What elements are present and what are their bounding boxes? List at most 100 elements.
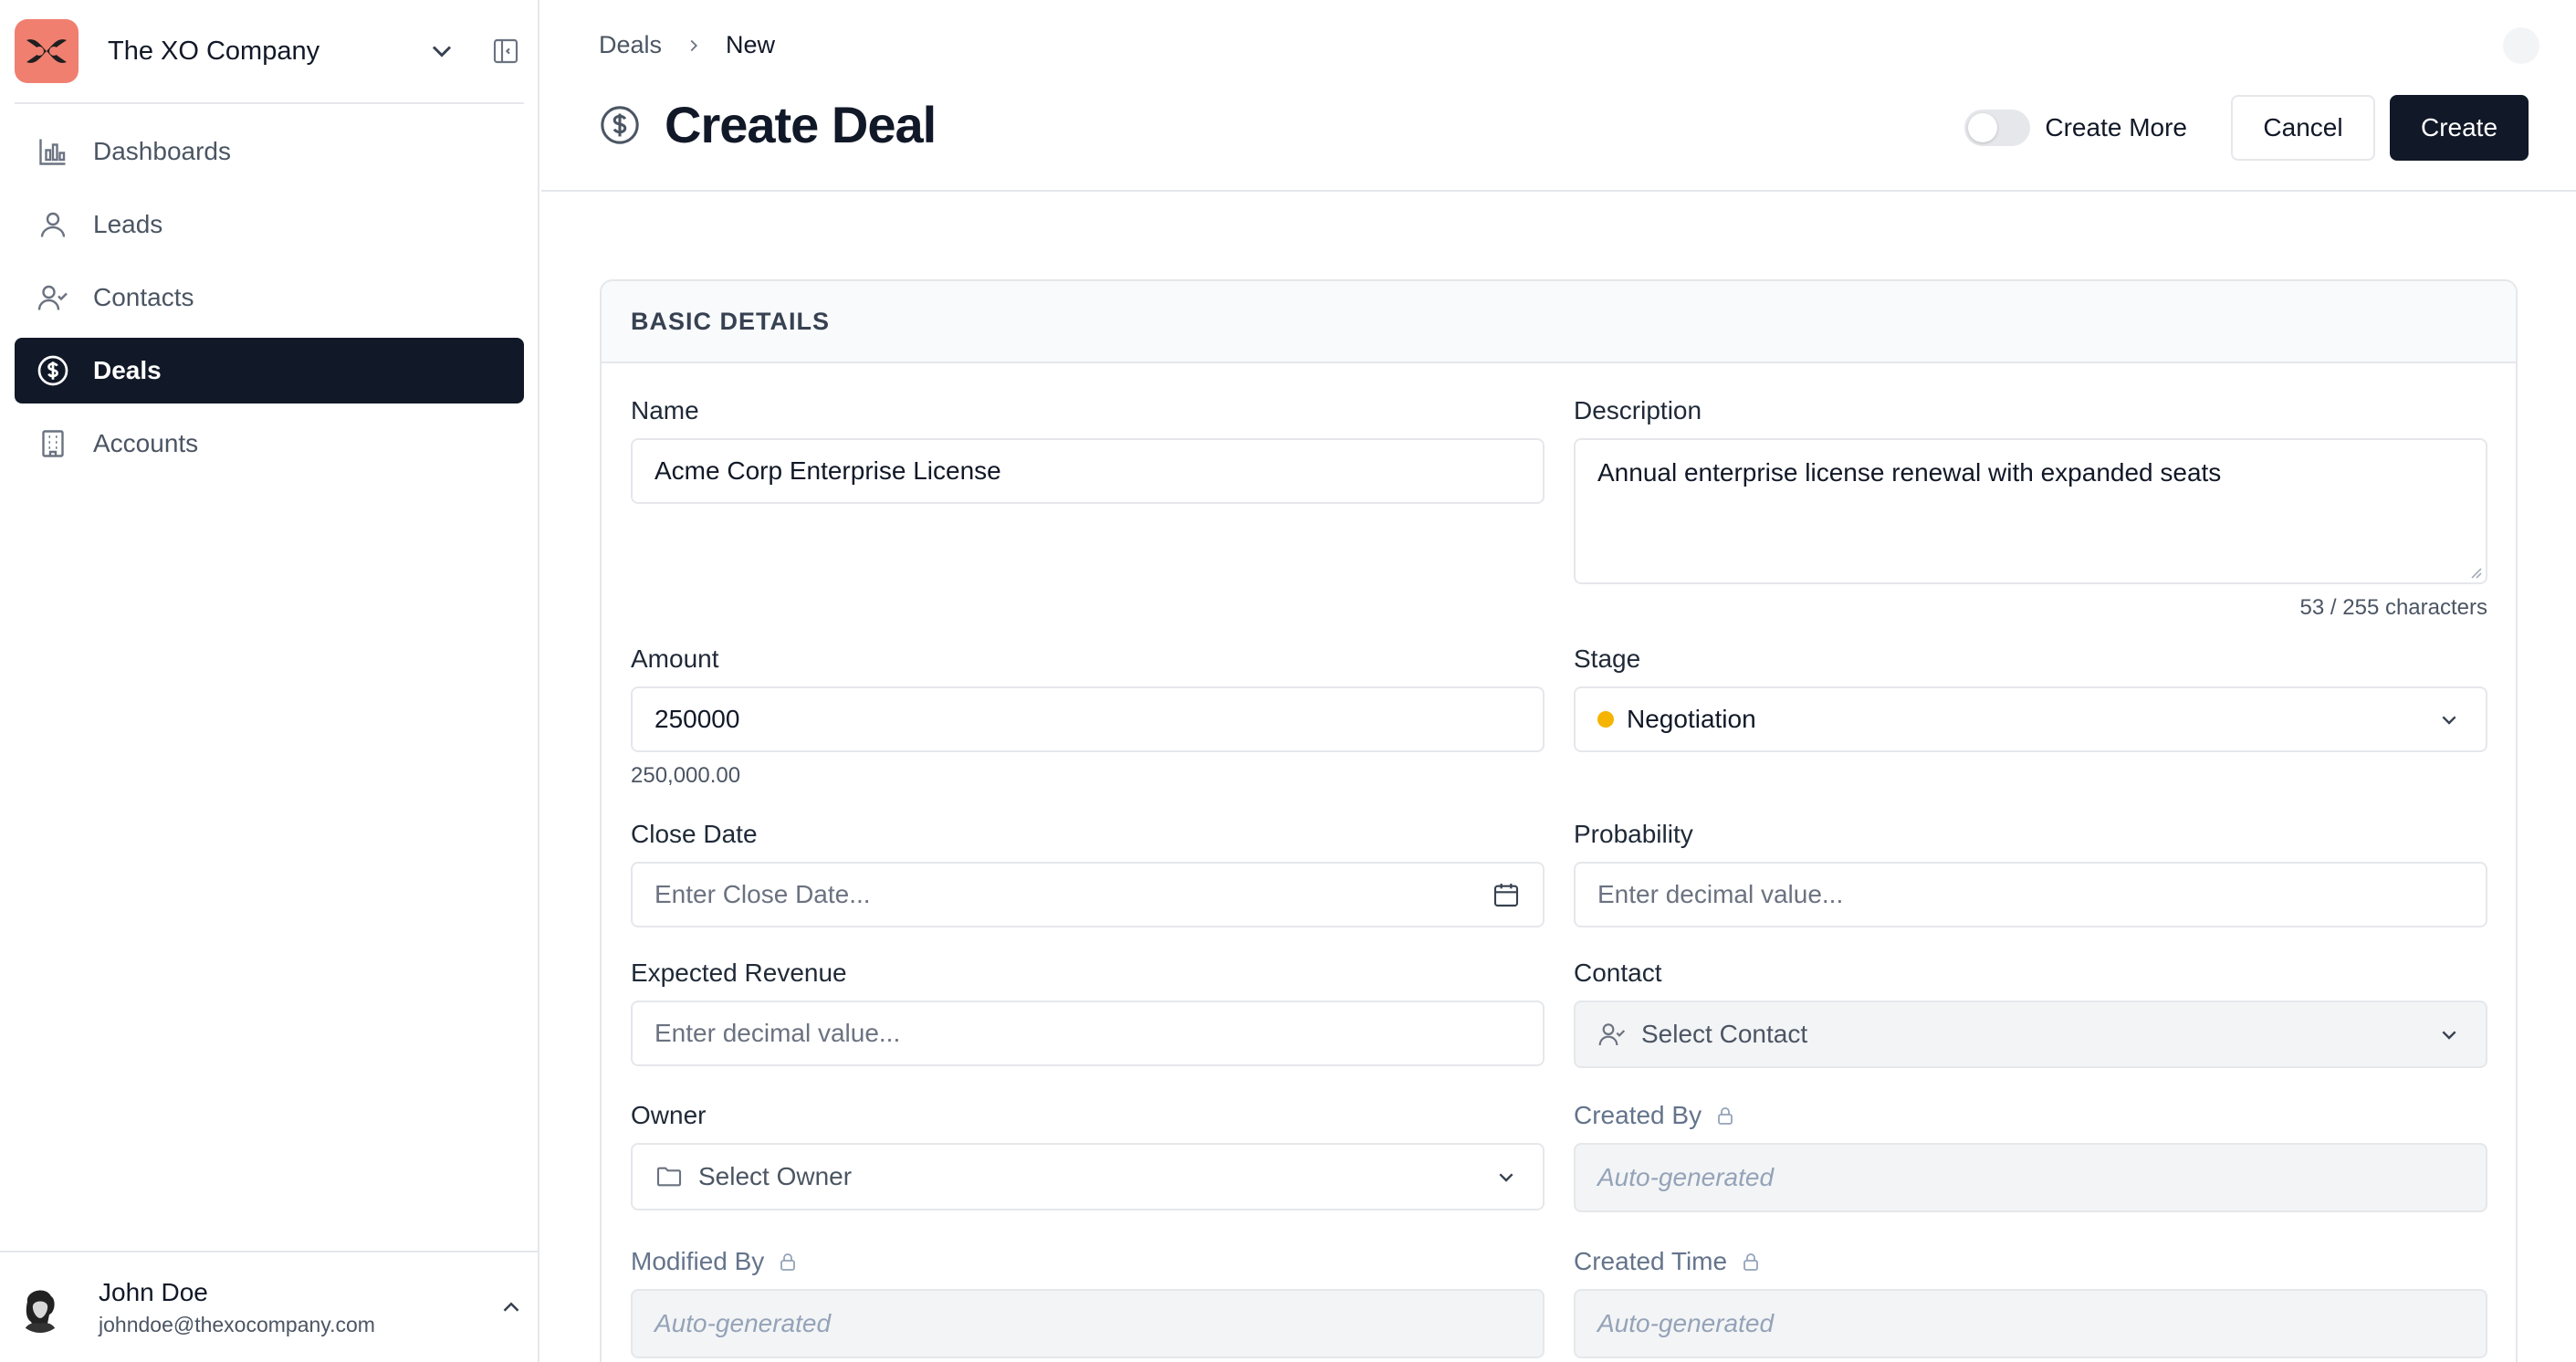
contact-placeholder: Select Contact [1641,1020,1808,1048]
sidebar-nav: Dashboards Leads Contacts Deals Accounts [15,119,524,484]
description-textarea[interactable]: Annual enterprise license renewal with e… [1574,438,2487,584]
created-by-label-text: Created By [1574,1101,1702,1129]
created-by-field: Created By Auto-generated [1574,1101,2487,1212]
cancel-button[interactable]: Cancel [2231,95,2375,161]
created-time-label: Created Time [1574,1247,2487,1276]
chevron-up-icon[interactable] [497,1294,525,1321]
card-header: BASIC DETAILS [602,281,2516,363]
amount-value: 250000 [654,705,740,733]
breadcrumb-current: New [726,31,776,58]
lock-icon [1718,1107,1733,1125]
header-actions: Create More Cancel Create [1964,95,2529,161]
avatar [15,1282,66,1333]
close-date-placeholder: Enter Close Date... [654,880,871,908]
owner-select[interactable]: Select Owner [631,1143,1545,1210]
owner-label: Owner [631,1101,707,1129]
modified-by-placeholder: Auto-generated [654,1309,832,1337]
stage-field: Stage Negotiation [1574,644,2487,752]
sidebar: The XO Company Dashboards Leads Contacts… [0,0,539,1362]
user-name: John Doe [99,1277,208,1306]
description-field: Description Annual enterprise license re… [1574,396,2487,621]
stage-value: Negotiation [1627,705,1756,733]
description-label: Description [1574,396,1702,424]
chevron-down-icon [2442,716,2456,725]
sidebar-item-label: Accounts [93,429,199,457]
probability-input[interactable]: Enter decimal value... [1574,862,2487,927]
close-date-label: Close Date [631,820,758,848]
sidebar-item-label: Deals [93,356,162,384]
page-header: Deals New Create Deal Create More Cancel… [541,0,2576,192]
chevron-right-icon [690,39,698,51]
breadcrumb: Deals New [599,31,775,59]
header-corner-button[interactable] [2503,27,2539,64]
created-time-field: Created Time Auto-generated [1574,1247,2487,1358]
company-logo [15,19,79,83]
created-by-label: Created By [1574,1101,2487,1130]
basic-details-card: BASIC DETAILS Name Acme Corp Enterprise … [600,279,2518,1362]
sidebar-item-label: Contacts [93,283,194,311]
sidebar-item-leads[interactable]: Leads [15,192,524,257]
stage-status-dot [1597,711,1614,728]
stage-label: Stage [1574,644,1641,673]
amount-formatted: 250,000.00 [631,763,741,788]
probability-placeholder: Enter decimal value... [1597,880,1844,908]
user-menu[interactable]: John Doe johndoe@thexocompany.com [0,1251,539,1362]
sidebar-item-dashboards[interactable]: Dashboards [15,119,524,184]
sidebar-item-accounts[interactable]: Accounts [15,411,524,477]
create-button[interactable]: Create [2390,95,2529,161]
company-switcher[interactable]: The XO Company [15,15,524,88]
dollar-circle-icon [601,105,639,144]
chevron-down-icon [2442,1031,2456,1040]
page-title: Create Deal [665,96,937,153]
created-time-input: Auto-generated [1574,1289,2487,1358]
created-time-label-text: Created Time [1574,1247,1728,1275]
chevron-down-icon [1499,1173,1513,1182]
building-icon [42,430,64,457]
expected-revenue-placeholder: Enter decimal value... [654,1019,901,1047]
name-value: Acme Corp Enterprise License [654,456,1001,485]
stage-select[interactable]: Negotiation [1574,686,2487,752]
company-name: The XO Company [108,36,320,66]
expected-revenue-input[interactable]: Enter decimal value... [631,1001,1545,1066]
expected-revenue-field: Expected Revenue Enter decimal value... [631,959,1545,1066]
created-time-placeholder: Auto-generated [1597,1309,1775,1337]
section-title: BASIC DETAILS [631,307,831,335]
created-by-input: Auto-generated [1574,1143,2487,1212]
user-email: johndoe@thexocompany.com [99,1312,375,1336]
chevron-down-icon[interactable] [425,35,458,68]
modified-by-label-text: Modified By [631,1247,765,1275]
user-check-icon [1598,1023,1626,1046]
owner-placeholder: Select Owner [698,1162,853,1190]
toggle-knob [1968,113,1998,142]
sidebar-item-contacts[interactable]: Contacts [15,265,524,330]
calendar-icon[interactable] [1492,880,1521,909]
user-check-icon [37,285,68,310]
name-input[interactable]: Acme Corp Enterprise License [631,438,1545,504]
sidebar-divider [15,102,524,104]
lock-icon [780,1253,796,1271]
modified-by-input: Auto-generated [631,1289,1545,1358]
amount-field: Amount 250000 250,000.00 [631,644,1545,789]
sidebar-collapse-icon[interactable] [491,37,520,66]
lock-icon [1744,1253,1758,1271]
title-row: Create Deal [599,95,937,154]
close-date-field: Close Date Enter Close Date... [631,820,1545,927]
sidebar-item-label: Dashboards [93,137,231,165]
breadcrumb-deals-link[interactable]: Deals [599,31,662,59]
amount-label: Amount [631,644,719,673]
create-more-label: Create More [2045,113,2187,141]
create-more-toggle[interactable] [1964,110,2031,146]
description-value: Annual enterprise license renewal with e… [1597,458,2222,487]
amount-input[interactable]: 250000 [631,686,1545,752]
sidebar-item-label: Leads [93,210,163,238]
description-counter: 53 / 255 characters [2299,595,2487,620]
contact-select[interactable]: Select Contact [1574,1001,2487,1068]
resize-handle-icon[interactable] [2467,564,2482,579]
user-info: John Doe johndoe@thexocompany.com [99,1278,497,1337]
close-date-input[interactable]: Enter Close Date... [631,862,1545,927]
bar-chart-icon [39,139,66,165]
owner-field: Owner Select Owner [631,1101,1545,1210]
expected-revenue-label: Expected Revenue [631,959,847,987]
sidebar-item-deals[interactable]: Deals [15,338,524,403]
folder-icon [656,1167,682,1187]
